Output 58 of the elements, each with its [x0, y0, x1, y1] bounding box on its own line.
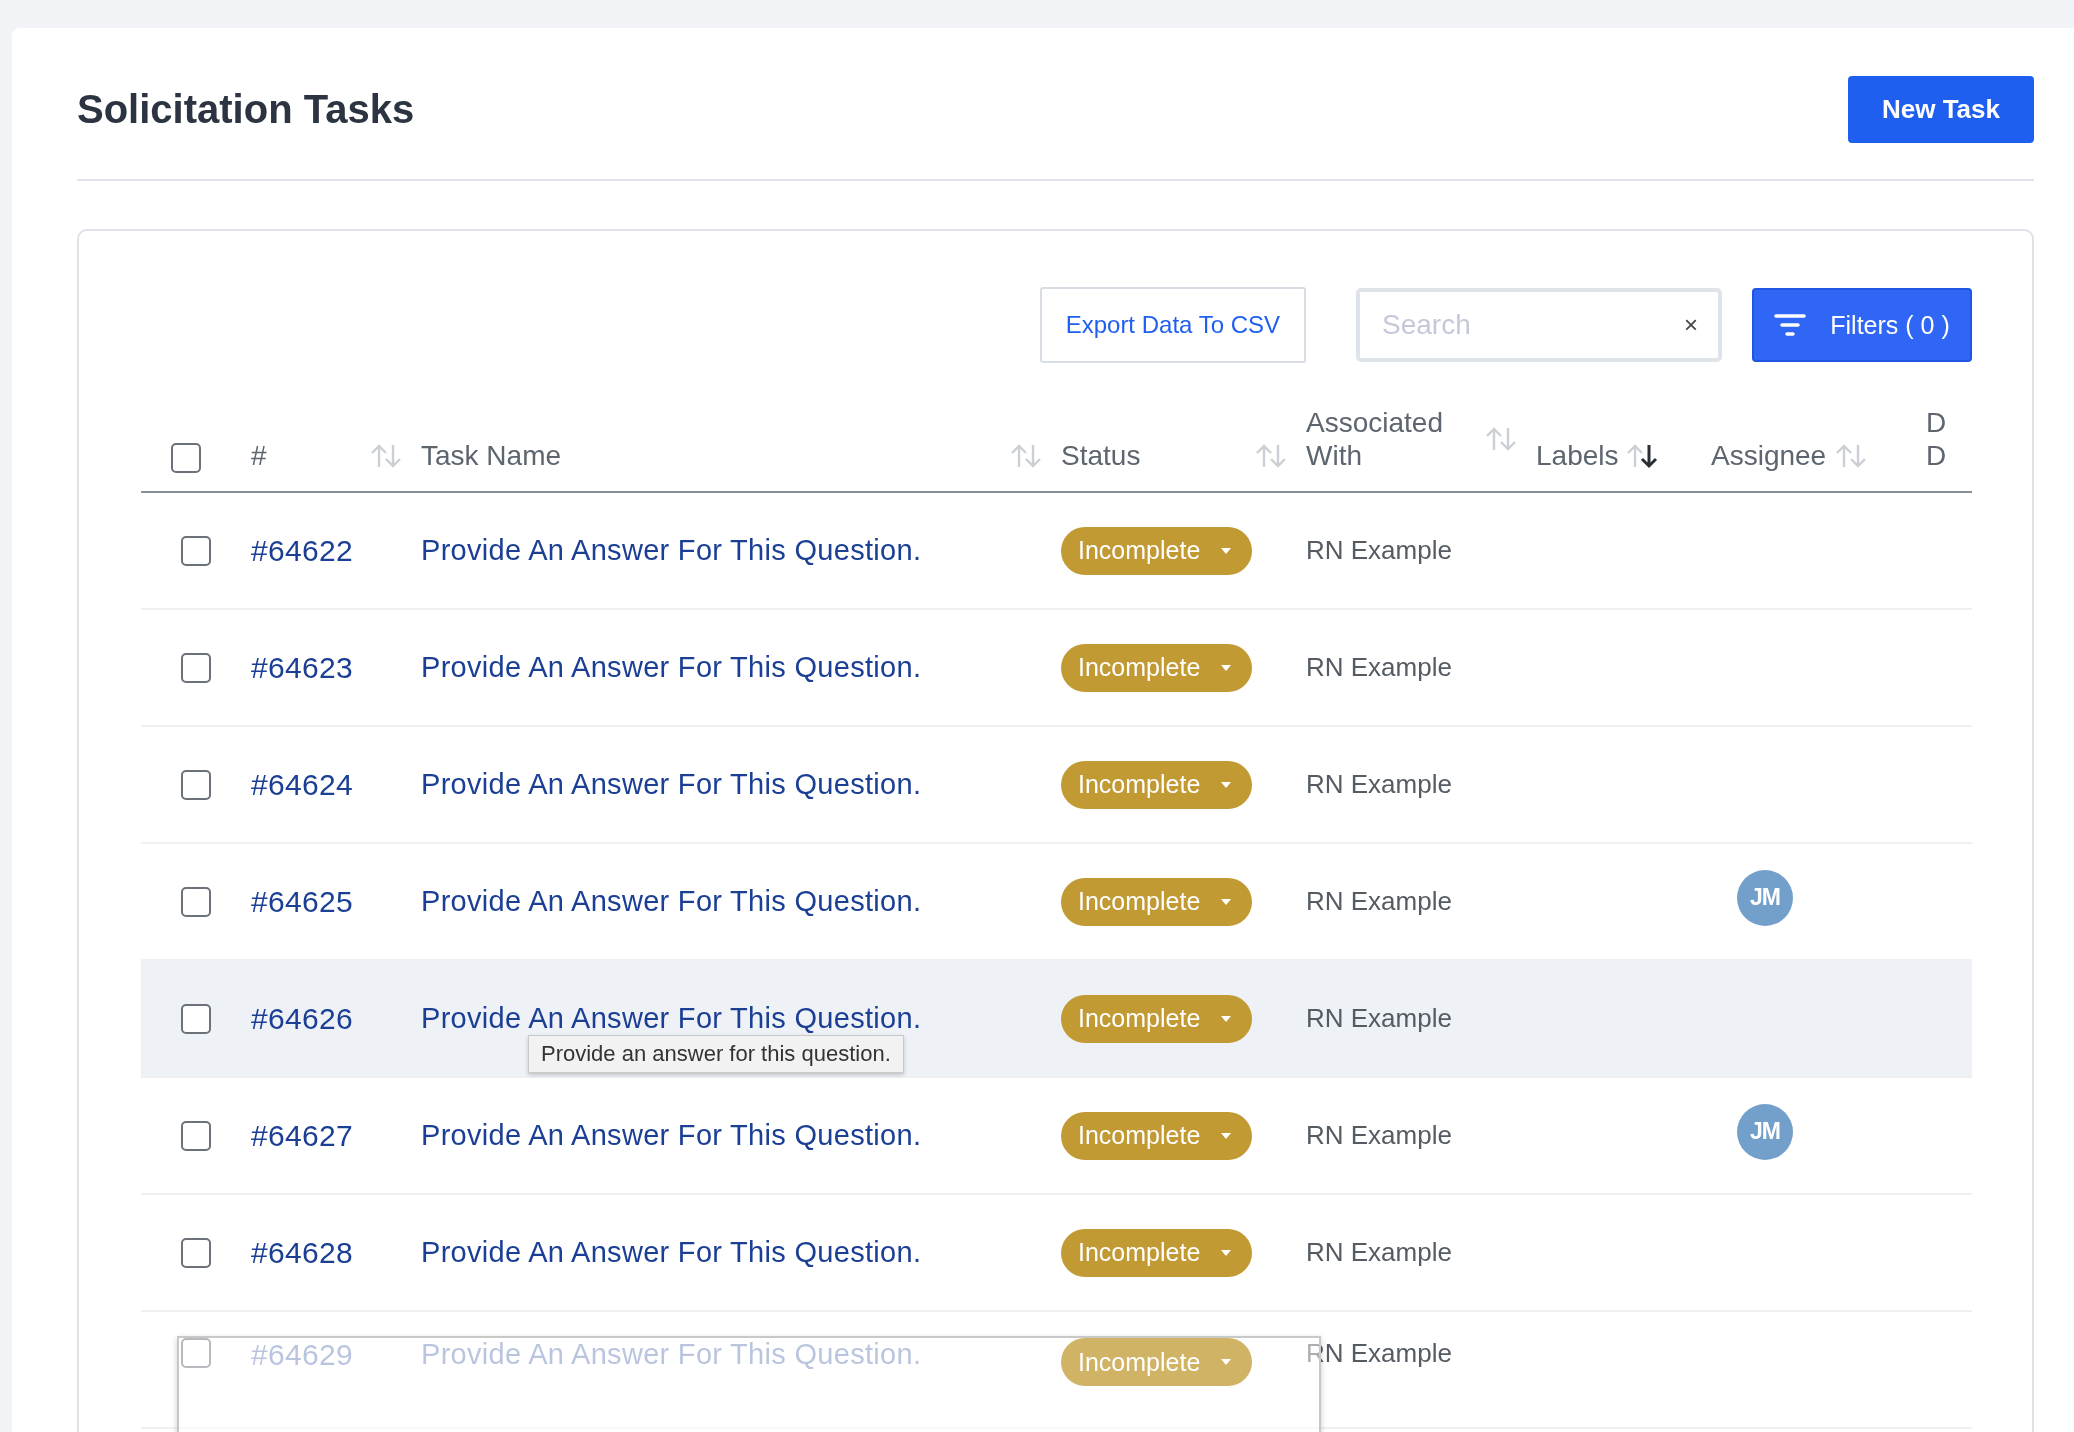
- row-checkbox[interactable]: [181, 1237, 211, 1268]
- table-row[interactable]: #64626 Provide An Answer For This Question. Incomplete RN Example Provide an answer for this question.: [141, 961, 1972, 1078]
- row-checkbox[interactable]: [181, 1120, 211, 1151]
- caret-icon: [1220, 780, 1233, 789]
- row-checkbox[interactable]: [181, 652, 211, 683]
- row-checkbox[interactable]: [181, 535, 211, 566]
- task-name-link[interactable]: Provide An Answer For This Question.: [421, 1002, 922, 1035]
- task-id-link[interactable]: #64626: [251, 1001, 353, 1036]
- associated-text: RN Example: [1306, 769, 1452, 800]
- column-header[interactable]: #: [251, 439, 267, 473]
- row-checkbox[interactable]: [181, 886, 211, 917]
- caret-icon: [1220, 663, 1233, 672]
- task-name-link[interactable]: Provide An Answer For This Question.: [421, 534, 922, 567]
- associated-text: RN Example: [1306, 886, 1452, 917]
- search-field[interactable]: Search ×: [1356, 288, 1722, 362]
- table-row[interactable]: #64623 Provide An Answer For This Question. Incomplete RN Example: [141, 610, 1972, 727]
- row-checkbox[interactable]: [181, 1338, 211, 1368]
- column-header[interactable]: Assignee: [1711, 439, 1827, 473]
- caret-icon: [1220, 1131, 1233, 1140]
- associated-text: RN Example: [1306, 535, 1452, 566]
- column-header[interactable]: Associated With: [1306, 405, 1466, 473]
- task-id-link[interactable]: #64627: [251, 1118, 353, 1153]
- row-checkbox[interactable]: [181, 769, 211, 800]
- filter-icon: [1774, 313, 1807, 337]
- associated-text: RN Example: [1306, 1237, 1452, 1268]
- task-name-link[interactable]: Provide An Answer For This Question.: [421, 768, 922, 801]
- task-name-link[interactable]: Provide An Answer For This Question.: [421, 1119, 922, 1152]
- task-id-link[interactable]: #64625: [251, 884, 353, 919]
- column-header[interactable]: Task Name: [421, 439, 562, 473]
- task-name-link[interactable]: Provide An Answer For This Question.: [421, 651, 922, 684]
- task-name-link[interactable]: Provide An Answer For This Question.: [421, 885, 922, 918]
- task-id-link[interactable]: #64623: [251, 650, 353, 685]
- task-id-link[interactable]: #64622: [251, 533, 353, 568]
- caret-icon: [1220, 1014, 1233, 1023]
- task-id-link[interactable]: #64628: [251, 1235, 353, 1270]
- column-header[interactable]: Labels: [1536, 439, 1619, 473]
- task-id-link[interactable]: #64624: [251, 767, 353, 802]
- row-checkbox[interactable]: [181, 1003, 211, 1034]
- associated-text: RN Example: [1306, 652, 1452, 683]
- clear-button[interactable]: ×: [1684, 311, 1698, 339]
- table-row[interactable]: #64627 Provide An Answer For This Question. Incomplete RN Example JM: [141, 1078, 1972, 1195]
- table-row[interactable]: #64624 Provide An Answer For This Question. Incomplete RN Example: [141, 727, 1972, 844]
- export-csv-button[interactable]: Export Data To CSV: [1039, 287, 1306, 363]
- caret-icon: [1220, 1248, 1233, 1257]
- page-title: Solicitation Tasks: [77, 87, 415, 132]
- task-name-link[interactable]: Provide An Answer For This Question.: [421, 1236, 922, 1269]
- table-row[interactable]: #64628 Provide An Answer For This Question. Incomplete RN Example: [141, 1195, 1972, 1312]
- associated-text: RN Example: [1306, 1120, 1452, 1151]
- filters-button[interactable]: Filters ( 0 ): [1752, 288, 1972, 362]
- caret-icon: [1220, 897, 1233, 906]
- caret-icon: [1220, 1358, 1233, 1366]
- caret-icon: [1220, 546, 1233, 555]
- column-header[interactable]: Status: [1061, 439, 1141, 473]
- tooltip: Provide an answer for this question.: [528, 1035, 904, 1073]
- select-all-checkbox[interactable]: [171, 443, 201, 473]
- table-row[interactable]: #64622 Provide An Answer For This Question. Incomplete RN Example: [141, 493, 1972, 610]
- associated-text: RN Example: [1306, 1003, 1452, 1034]
- new-task-button[interactable]: New Task: [1848, 76, 2034, 143]
